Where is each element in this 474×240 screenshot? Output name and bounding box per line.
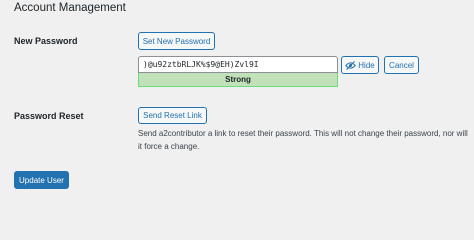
hide-password-button[interactable]: Hide [341, 56, 379, 74]
set-new-password-button[interactable]: Set New Password [138, 32, 215, 50]
hide-password-label: Hide [358, 60, 375, 70]
eye-slash-icon [345, 60, 357, 70]
update-user-button[interactable]: Update User [14, 171, 69, 189]
new-password-label: New Password [14, 36, 78, 46]
new-password-input[interactable]: )@u92ztbRLJK%$9@EH)Zvl9I [138, 56, 338, 73]
section-heading: Account Management [14, 2, 126, 14]
cancel-password-button[interactable]: Cancel [384, 56, 419, 74]
password-reset-label: Password Reset [14, 111, 84, 121]
send-reset-link-button[interactable]: Send Reset Link [138, 107, 207, 124]
password-reset-description: Send a2contributor a link to reset their… [138, 129, 468, 151]
password-strength-meter: Strong [138, 73, 338, 87]
